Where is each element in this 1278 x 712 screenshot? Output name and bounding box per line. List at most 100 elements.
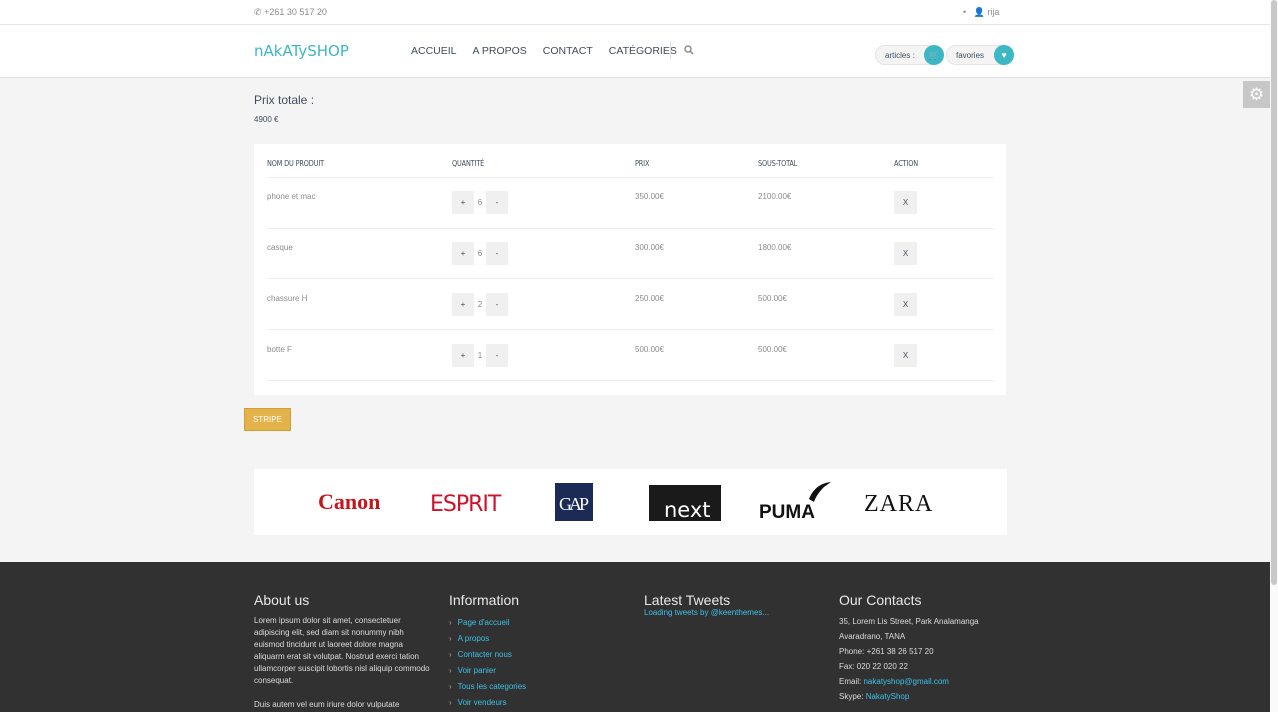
brand-gap-logo: GAP (559, 494, 589, 514)
tweets-title: Latest Tweets (644, 592, 731, 608)
user-name[interactable]: rija (987, 7, 999, 17)
skype-label: Skype: (839, 692, 864, 701)
table-divider (267, 329, 994, 330)
table-divider (267, 228, 994, 229)
product-name: botte F (267, 345, 292, 354)
qty-plus-button[interactable]: + (452, 344, 474, 367)
brand-logos: Canon ESPRIT GAP next PUMA ZARA (318, 482, 933, 523)
product-subtotal: 500.00€ (758, 294, 787, 303)
footer-information: Information Page d'accueil A propos Cont… (449, 592, 619, 711)
bullet-icon: • (963, 7, 967, 17)
brand-canon-logo: Canon (318, 489, 380, 514)
footer-link[interactable]: A propos (449, 631, 619, 647)
nav-categories[interactable]: CATÉGORIES (609, 45, 677, 57)
qty-value: 2 (477, 300, 483, 309)
header-subtotal: SOUS-TOTAL (758, 159, 798, 168)
footer-about: About us Lorem ipsum dolor sit amet, con… (254, 592, 430, 711)
qty-value: 1 (477, 351, 483, 360)
total-price-value: 4900 € (254, 115, 279, 124)
qty-value: 6 (477, 198, 483, 207)
stripe-button[interactable]: STRIPE (244, 408, 291, 431)
qty-minus-button[interactable]: - (486, 191, 508, 214)
remove-item-button[interactable]: X (894, 242, 917, 265)
scrollbar-thumb[interactable] (1271, 0, 1277, 585)
about-text: Duis autem vel eum iriure dolor vulputat… (254, 700, 400, 709)
email-link[interactable]: nakatyshop@gmail.com (863, 677, 949, 686)
header-action: ACTION (894, 159, 918, 168)
qty-plus-button[interactable]: + (452, 191, 474, 214)
about-title: About us (254, 592, 310, 608)
search-icon[interactable] (684, 45, 694, 58)
nav-divider (670, 41, 671, 59)
about-text: Lorem ipsum dolor sit amet, consectetuer… (254, 616, 430, 685)
skype-link[interactable]: NakatyShop (866, 692, 910, 701)
brand-esprit-logo: ESPRIT (430, 492, 502, 517)
contact-fax: Fax: 020 22 020 22 (839, 662, 908, 671)
product-price: 250.00€ (635, 294, 664, 303)
quantity-stepper: + 6 - (452, 242, 508, 265)
header: nAkATySHOP ACCUEIL A PROPOS CONTACT CATÉ… (0, 25, 1270, 78)
brand-next-logo: next (664, 498, 711, 522)
footer-link[interactable]: Contacter nous (449, 647, 619, 663)
product-subtotal: 2100.00€ (758, 192, 792, 201)
information-title: Information (449, 592, 520, 608)
product-price: 500.00€ (635, 345, 664, 354)
qty-minus-button[interactable]: - (486, 344, 508, 367)
header-quantity: QUANTITÉ (452, 159, 485, 168)
quantity-stepper: + 2 - (452, 293, 508, 316)
header-price: PRIX (635, 159, 650, 168)
qty-value: 6 (477, 249, 483, 258)
footer-link[interactable]: Voir vendeurs (449, 695, 619, 711)
brands-strip: Canon ESPRIT GAP next PUMA ZARA (254, 469, 1007, 535)
phone-info: ✆ +261 30 517 20 (254, 7, 327, 18)
email-label: Email: (839, 677, 862, 686)
scrollbar[interactable] (1270, 0, 1278, 712)
phone-icon: ✆ (254, 7, 262, 17)
cart-icon: 🛒 (924, 45, 944, 65)
phone-number: +261 30 517 20 (264, 7, 327, 17)
qty-minus-button[interactable]: - (486, 242, 508, 265)
logo[interactable]: nAkATySHOP (254, 42, 349, 60)
settings-gear-icon[interactable]: ⚙ (1243, 81, 1270, 108)
footer: About us Lorem ipsum dolor sit amet, con… (0, 562, 1270, 712)
brand-zara-logo: ZARA (864, 491, 933, 517)
table-divider (267, 380, 994, 381)
cart-table: NOM DU PRODUIT QUANTITÉ PRIX SOUS-TOTAL … (254, 144, 1006, 395)
footer-tweets: Latest Tweets Loading tweets by @keenthe… (644, 592, 814, 617)
main-nav: ACCUEIL A PROPOS CONTACT CATÉGORIES (411, 45, 693, 57)
table-divider (267, 278, 994, 279)
contact-address: 35, Lorem Lis Street, Park Analamanga (839, 617, 979, 626)
remove-item-button[interactable]: X (894, 344, 917, 367)
footer-link[interactable]: Voir panier (449, 663, 619, 679)
header-product-name: NOM DU PRODUIT (267, 159, 324, 168)
qty-plus-button[interactable]: + (452, 242, 474, 265)
contact-email: Email: nakatyshop@gmail.com (839, 674, 1019, 689)
table-divider (267, 177, 994, 178)
contacts-title: Our Contacts (839, 592, 922, 608)
quantity-stepper: + 6 - (452, 191, 508, 214)
user-info[interactable]: • 👤 rija (963, 7, 999, 18)
favorites-button[interactable]: favories ♥ (946, 45, 1014, 65)
remove-item-button[interactable]: X (894, 191, 917, 214)
product-name: casque (267, 243, 293, 252)
nav-contact[interactable]: CONTACT (543, 45, 593, 57)
qty-minus-button[interactable]: - (486, 293, 508, 316)
favorites-label: favories (956, 51, 985, 60)
product-subtotal: 500.00€ (758, 345, 787, 354)
tweets-loading-link[interactable]: Loading tweets by @keenthemes... (644, 608, 814, 617)
quantity-stepper: + 1 - (452, 344, 508, 367)
nav-a-propos[interactable]: A PROPOS (473, 45, 527, 57)
nav-accueil[interactable]: ACCUEIL (411, 45, 457, 57)
remove-item-button[interactable]: X (894, 293, 917, 316)
product-name: phone et mac (267, 192, 316, 201)
product-name: chassure H (267, 294, 308, 303)
qty-plus-button[interactable]: + (452, 293, 474, 316)
contact-address: Avaradrano, TANA (839, 632, 906, 641)
footer-link[interactable]: Tous les categories (449, 679, 619, 695)
product-price: 300.00€ (635, 243, 664, 252)
cart-articles-button[interactable]: articles : 🛒 (875, 45, 944, 65)
footer-link[interactable]: Page d'accueil (449, 615, 619, 631)
product-subtotal: 1800.00€ (758, 243, 792, 252)
contact-phone: Phone: +261 38 26 517 20 (839, 647, 934, 656)
brand-puma-logo: PUMA (759, 502, 815, 523)
